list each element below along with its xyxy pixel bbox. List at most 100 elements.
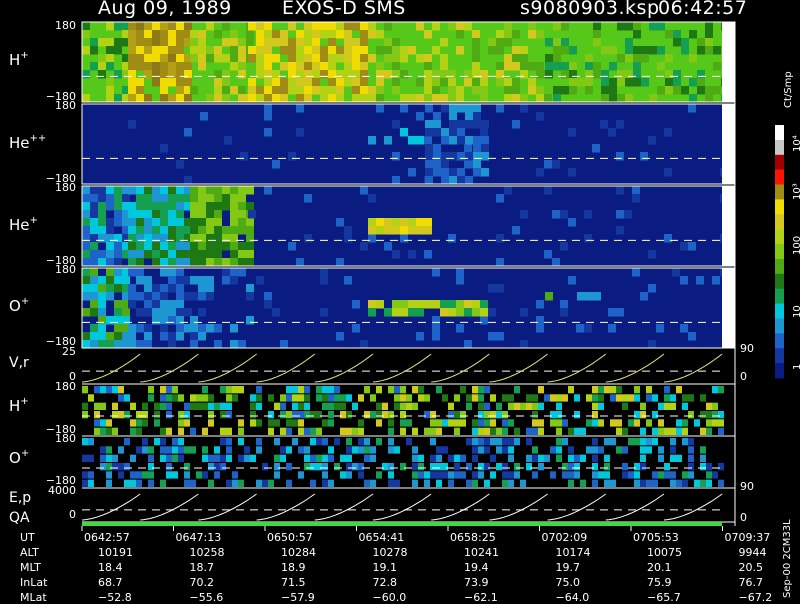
o-plus-panel-cell xyxy=(585,292,593,301)
h-plus-panel-cell xyxy=(488,38,496,47)
h-plus-panel-cell xyxy=(705,30,713,39)
small-h-panel-cell xyxy=(634,386,640,394)
ytick-hep-max: 180 xyxy=(55,181,76,194)
ytick-e-min: 0 xyxy=(69,508,76,521)
small-o-panel-cell xyxy=(418,463,424,471)
small-o-panel-cell xyxy=(658,454,664,462)
eph-alt-value: 9944 xyxy=(738,546,767,559)
he-plus-panel-cell xyxy=(168,234,176,243)
qa-bar xyxy=(82,522,722,526)
h-plus-panel-cell xyxy=(352,38,360,47)
h-plus-panel-cell xyxy=(82,30,90,39)
o-plus-panel-cell xyxy=(416,308,424,317)
small-o-panel-cell xyxy=(442,446,448,454)
h-plus-panel-cell xyxy=(569,86,577,95)
h-plus-panel-cell xyxy=(246,30,254,39)
he-plusplus-panel-cell xyxy=(425,128,433,137)
h-plus-panel-cell xyxy=(480,94,488,103)
o-plus-panel-cell xyxy=(144,324,152,333)
small-o-panel-cell xyxy=(148,446,154,454)
he-plusplus-panel-cell xyxy=(465,176,473,185)
h-plus-panel-cell xyxy=(256,22,264,31)
eph-inlat-value: 75.0 xyxy=(555,576,581,589)
h-plus-panel-cell xyxy=(184,94,192,103)
small-h-panel-cell xyxy=(304,386,310,394)
small-h-panel-cell xyxy=(256,394,262,402)
o-plus-panel-cell xyxy=(82,308,90,317)
h-plus-panel-cell xyxy=(593,62,601,71)
eph-mlt-value: 18.7 xyxy=(189,561,215,574)
ytick-v-max: 25 xyxy=(62,345,76,358)
he-plusplus-panel-cell xyxy=(473,152,481,161)
colorbar-swatch xyxy=(775,348,784,364)
small-h-panel-cell xyxy=(616,394,622,402)
small-h-panel-cell xyxy=(346,427,352,435)
eph-label-mlt: MLT xyxy=(20,561,41,574)
h-plus-panel-cell xyxy=(561,22,569,31)
h-plus-panel-cell xyxy=(528,62,536,71)
small-o-panel-cell xyxy=(166,471,172,479)
h-plus-panel-cell xyxy=(82,46,90,55)
h-plus-panel-cell xyxy=(392,86,400,95)
he-plus-panel-cell xyxy=(222,258,230,267)
h-plus-panel-cell xyxy=(593,38,601,47)
he-plusplus-panel-cell xyxy=(264,128,272,137)
small-o-panel-cell xyxy=(640,463,646,471)
h-plus-panel-cell xyxy=(304,38,312,47)
h-plus-panel-cell xyxy=(601,78,609,87)
small-o-panel-cell xyxy=(676,479,682,487)
small-h-panel-cell xyxy=(538,419,544,427)
he-plus-panel-cell xyxy=(248,210,256,219)
he-plus-panel-cell xyxy=(82,242,90,251)
small-h-panel-cell xyxy=(364,386,370,394)
small-h-panel-cell xyxy=(400,411,406,419)
he-plus-panel-cell xyxy=(504,186,512,195)
small-h-panel-cell xyxy=(712,386,718,394)
o-plus-panel-cell xyxy=(160,316,168,325)
ytick-so-max: 180 xyxy=(55,432,76,445)
h-plus-panel-cell xyxy=(296,62,304,71)
small-h-panel-cell xyxy=(466,402,472,410)
o-plus-panel-cell xyxy=(352,300,360,309)
small-o-panel-cell xyxy=(370,454,376,462)
he-plus-panel-cell xyxy=(230,218,238,227)
colorbar-swatch xyxy=(775,125,784,141)
o-plus-panel-cell xyxy=(114,332,122,341)
he-plus-panel-cell xyxy=(136,226,144,235)
h-plus-panel-cell xyxy=(456,46,464,55)
small-o-panel-cell xyxy=(346,471,352,479)
h-plus-panel-cell xyxy=(238,54,246,63)
he-plus-panel-cell xyxy=(82,202,90,211)
h-plus-panel-cell xyxy=(673,70,681,79)
he-plus-panel-cell xyxy=(168,218,176,227)
small-h-panel-cell xyxy=(178,394,184,402)
he-plusplus-panel-cell xyxy=(473,136,481,145)
he-plusplus-panel-cell xyxy=(465,104,473,113)
h-plus-panel-cell xyxy=(176,94,184,103)
o-plus-panel-cell xyxy=(696,276,704,285)
small-h-panel-cell xyxy=(496,402,502,410)
small-h-panel-cell xyxy=(154,411,160,419)
small-h-panel-cell xyxy=(640,427,646,435)
he-plus-panel-cell xyxy=(190,258,198,267)
o-plus-panel-cell xyxy=(82,276,90,285)
he-plus-panel-cell xyxy=(246,186,254,195)
he-plus-panel-cell xyxy=(400,226,408,235)
small-h-panel-cell xyxy=(184,402,190,410)
o-plus-panel-cell xyxy=(432,332,440,341)
he-plus-panel-cell xyxy=(360,242,368,251)
h-plus-panel-cell xyxy=(152,46,160,55)
he-plusplus-panel-cell xyxy=(392,152,400,161)
h-plus-panel-cell xyxy=(400,94,408,103)
small-h-panel-cell xyxy=(514,402,520,410)
small-h-panel-cell xyxy=(118,394,124,402)
he-plusplus-panel-cell xyxy=(449,136,457,145)
he-plusplus-panel-cell xyxy=(473,144,481,153)
h-plus-panel-cell xyxy=(713,46,721,55)
he-plus-panel-cell xyxy=(230,202,238,211)
h-plus-panel-cell xyxy=(256,46,264,55)
h-plus-panel-cell xyxy=(136,62,144,71)
o-plus-panel-cell xyxy=(400,308,408,317)
small-o-panel-cell xyxy=(508,471,514,479)
small-o-panel-cell xyxy=(388,438,394,446)
